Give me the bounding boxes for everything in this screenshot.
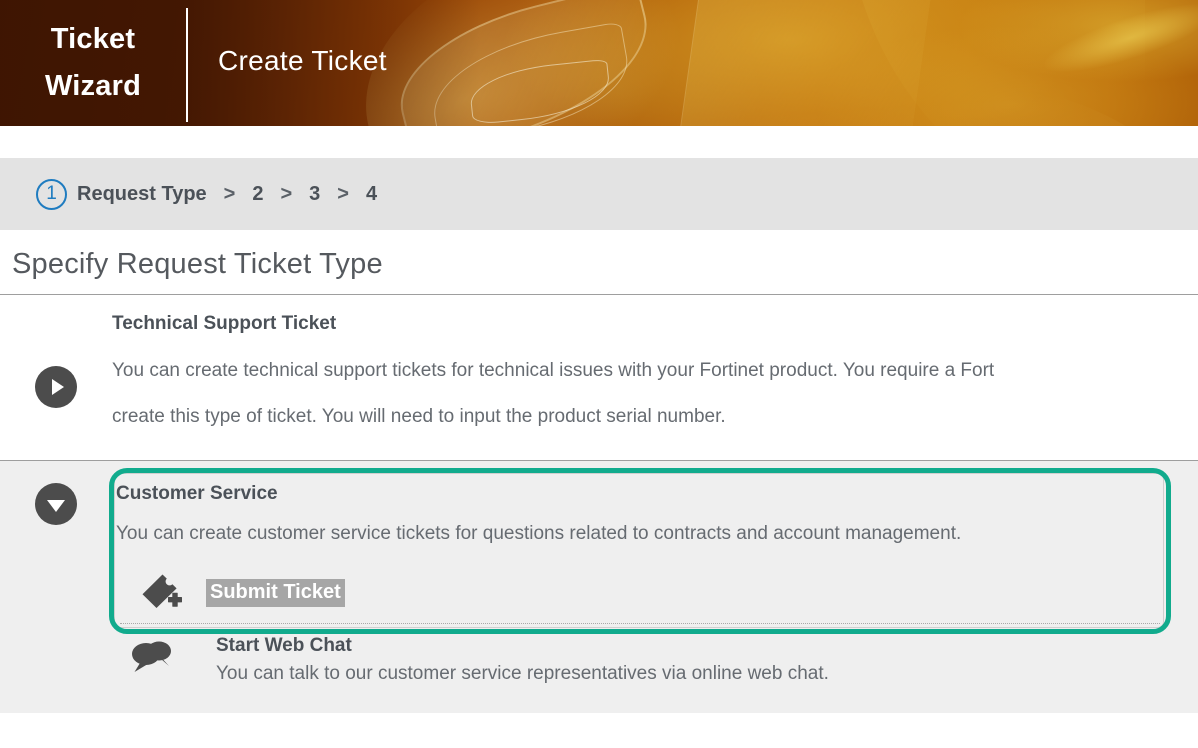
step-3-number[interactable]: 3 [309,183,320,206]
triangle-down-icon [47,499,65,512]
banner-step-gap [0,126,1198,158]
page-title-section: Specify Request Ticket Type [0,230,1198,294]
step-4-number[interactable]: 4 [366,183,377,206]
technical-support-body: Technical Support Ticket You can create … [112,313,1198,440]
start-web-chat-body: Start Web Chat You can talk to our custo… [130,635,829,713]
technical-support-heading: Technical Support Ticket [112,313,337,334]
technical-support-expand-button[interactable] [35,366,77,408]
wizard-step-breadcrumb: 1 Request Type > 2 > 3 > 4 [0,158,1198,230]
step-separator-1: > [223,182,236,205]
customer-service-inner-divider [120,623,1160,624]
start-web-chat-description: You can talk to our customer service rep… [216,663,829,684]
customer-service-toggle-column [0,461,112,525]
page-title: Specify Request Ticket Type [12,248,383,280]
brand-divider [186,8,188,122]
customer-service-card: Customer Service You can create customer… [109,468,1171,634]
start-web-chat-heading[interactable]: Start Web Chat [216,635,829,657]
option-customer-service[interactable]: Customer Service You can create customer… [0,461,1198,634]
submit-ticket-action-row[interactable]: Submit Ticket [116,573,1168,613]
customer-service-content: Customer Service You can create customer… [112,483,1168,613]
customer-service-heading: Customer Service [116,483,278,504]
step-separator-3: > [337,182,349,205]
brand-logo: Ticket Wizard [0,0,186,126]
brand-line-1: Ticket [50,23,136,55]
ticket-plus-icon [142,574,182,608]
step-separator-2: > [280,182,293,205]
customer-service-collapse-button[interactable] [35,483,77,525]
technical-support-desc-line-1: You can create technical support tickets… [112,360,995,381]
technical-support-desc-line-2: create this type of ticket. You will nee… [112,406,726,427]
start-web-chat-row[interactable]: Start Web Chat You can talk to our custo… [0,621,1198,713]
option-technical-support[interactable]: Technical Support Ticket You can create … [0,295,1198,460]
step-1-circle[interactable]: 1 [36,178,67,210]
customer-service-description: You can create customer service tickets … [116,523,962,544]
play-triangle-right-icon [52,379,64,395]
step-2-number[interactable]: 2 [252,183,263,206]
step-1-label[interactable]: Request Type [77,183,207,206]
brand-line-2: Wizard [44,70,141,102]
app-banner: Ticket Wizard Create Ticket [0,0,1198,126]
submit-ticket-link[interactable]: Submit Ticket [206,579,345,607]
start-web-chat-icon-column [0,635,171,713]
technical-support-toggle-column [0,313,112,440]
page-banner-title: Create Ticket [218,45,387,76]
